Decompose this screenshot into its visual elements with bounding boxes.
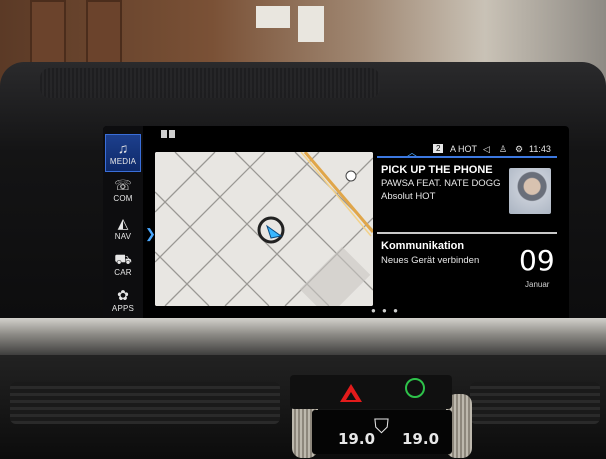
compass-icon: ◭	[117, 215, 129, 231]
music-note-icon: ♫	[117, 140, 129, 156]
speaker-icon: ◁	[483, 144, 490, 154]
speaker-grille	[40, 68, 380, 98]
communication-title: Kommunikation	[381, 240, 465, 252]
song-title: PICK UP THE PHONE	[381, 164, 493, 176]
navigation-map[interactable]	[155, 152, 373, 306]
sidebar-item-car[interactable]: ⛟ CAR	[105, 246, 141, 284]
split-screen-icon[interactable]	[161, 130, 175, 138]
communication-subtitle: Neues Gerät verbinden	[381, 255, 480, 266]
air-vent-left	[10, 382, 280, 424]
sidebar-item-label: NAV	[114, 232, 132, 241]
radio-station: Absolut HOT	[381, 191, 436, 202]
sidebar-item-label: COM	[113, 194, 133, 203]
sidebar-item-label: CAR	[114, 268, 132, 277]
clock: 11:43	[529, 144, 551, 154]
right-temperature: 19.0	[402, 430, 440, 448]
communication-widget[interactable]: Kommunikation Neues Gerät verbinden 09 J…	[377, 232, 557, 298]
station-name: A HOT	[450, 144, 478, 154]
hazard-triangle-icon	[346, 392, 356, 400]
background-poster	[298, 6, 324, 42]
media-widget[interactable]: PICK UP THE PHONE PAWSA FEAT. NATE DOGG …	[377, 156, 557, 232]
settings-icon: ⚙	[515, 144, 524, 154]
artist-name: PAWSA FEAT. NATE DOGG	[381, 178, 501, 189]
left-temperature: 19.0	[338, 430, 376, 448]
climate-display: 19.0 ⛉ 19.0	[312, 410, 452, 454]
channel-badge: 2	[433, 144, 444, 153]
sidebar-item-nav[interactable]: ◭ NAV	[105, 210, 141, 248]
phone-icon: ☏	[114, 177, 132, 193]
air-vent-right	[470, 382, 600, 424]
page-indicator: ● ● ●	[371, 306, 400, 315]
album-cover	[509, 168, 551, 214]
idrive-display: ♫ MEDIA ☏ COM ◭ NAV ⛟ CAR ✿ APPS ❯ ● ● ●…	[103, 126, 569, 322]
hazard-panel	[290, 375, 452, 409]
sidebar-item-label: APPS	[111, 304, 135, 313]
parking-assist-button[interactable]	[405, 378, 425, 398]
background-poster	[256, 6, 290, 28]
car-icon: ⛟	[114, 251, 132, 267]
sidebar-item-media[interactable]: ♫ MEDIA	[105, 134, 141, 172]
sidebar-item-label: MEDIA	[109, 157, 137, 166]
main-menu-sidebar: ♫ MEDIA ☏ COM ◭ NAV ⛟ CAR ✿ APPS	[103, 126, 143, 322]
calendar-day: 09	[519, 244, 555, 277]
sidebar-item-apps[interactable]: ✿ APPS	[105, 282, 141, 320]
sidebar-item-com[interactable]: ☏ COM	[105, 172, 141, 210]
user-icon: ♙	[499, 144, 508, 154]
fan-icon: ⛉	[374, 416, 389, 438]
apps-icon: ✿	[117, 287, 129, 303]
calendar-month: Januar	[525, 280, 550, 289]
chrome-trim	[0, 318, 606, 360]
